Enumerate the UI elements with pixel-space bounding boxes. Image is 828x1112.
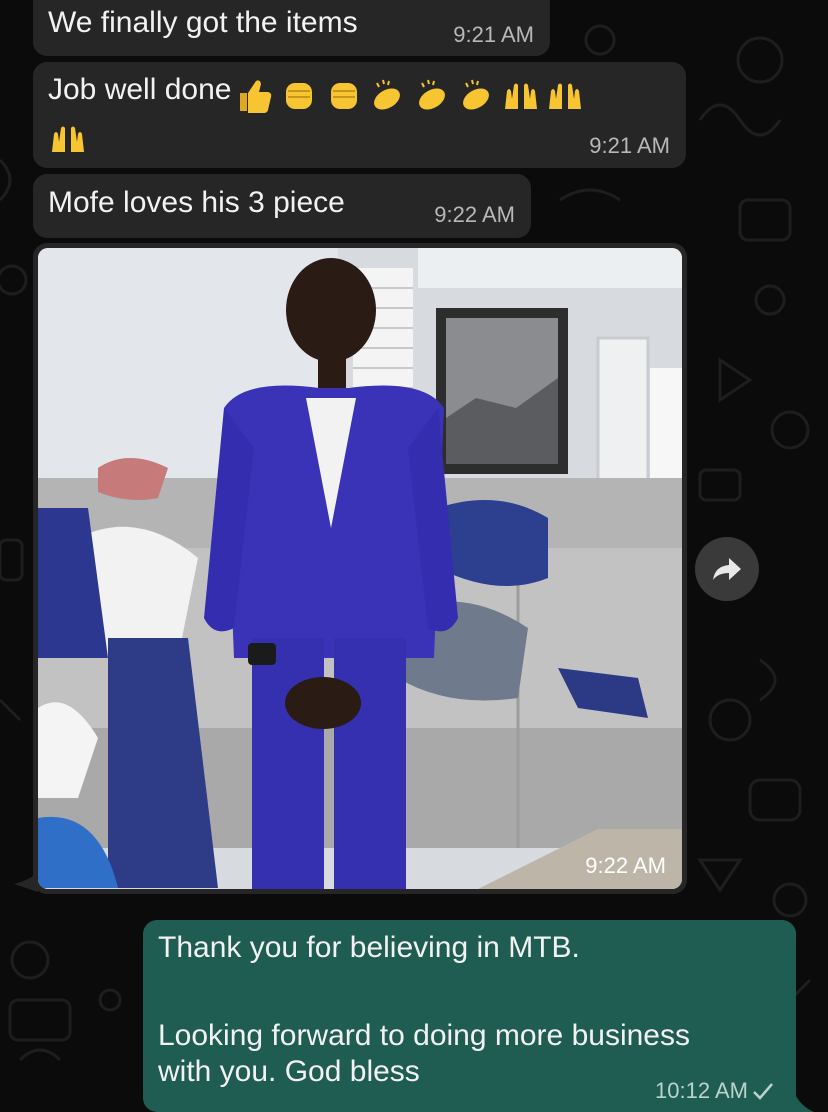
clapping-hands-emoji-icon [418,79,445,110]
outgoing-message[interactable]: Thank you for believing in MTB. Looking … [143,920,796,1112]
bubble-tail [794,1092,814,1112]
incoming-message[interactable]: Mofe loves his 3 piece 9:22 AM [33,174,531,238]
message-text: We finally got the items [48,6,358,39]
clapping-hands-emoji-icon [463,79,490,110]
message-text-row: Job well done [48,72,678,113]
message-text-line1: Thank you for believing in MTB. [158,931,580,964]
forward-button[interactable] [695,537,759,601]
message-timestamp: 9:21 AM [453,22,534,47]
photo[interactable]: 9:22 AM [38,248,682,889]
raising-hands-emoji-icon [549,83,582,109]
raised-fist-emoji-icon [330,82,357,109]
clapping-hands-emoji-icon [374,79,401,110]
message-time-text: 10:12 AM [655,1078,748,1103]
thumbs-up-emoji-icon [239,80,272,113]
message-text: Job well done [48,73,232,106]
photo-timestamp: 9:22 AM [585,853,666,878]
message-timestamp: 10:12 AM [655,1078,774,1104]
raising-hands-emoji-icon [504,83,537,109]
message-timestamp: 9:21 AM [589,133,670,158]
image-message[interactable]: 9:22 AM [33,243,687,894]
raising-hands-emoji-icon [52,126,84,152]
incoming-message[interactable]: Job well done 9:21 AM [33,62,686,168]
message-text: Mofe loves his 3 piece [48,186,345,219]
emoji-sequence [236,77,585,113]
message-text-line2: Looking forward to doing more business w… [158,1019,690,1088]
message-timestamp: 9:22 AM [434,202,515,227]
photo-image [38,248,682,889]
forward-arrow-icon [713,558,741,580]
single-check-icon [753,1083,773,1100]
incoming-message[interactable]: We finally got the items 9:21 AM [33,0,550,56]
raised-fist-emoji-icon [286,82,313,109]
